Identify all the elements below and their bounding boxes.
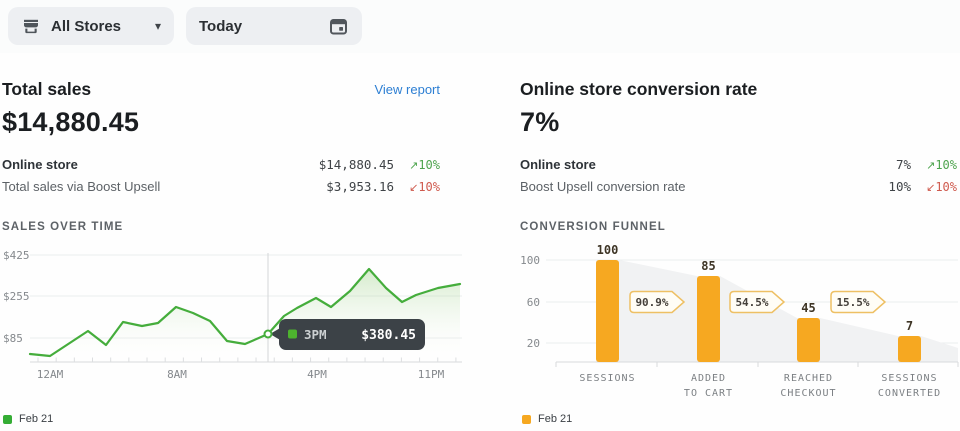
trend-up-icon: ↗ xyxy=(926,159,935,172)
bar-value-label: 100 xyxy=(597,245,619,257)
date-range-button[interactable]: Today xyxy=(186,7,362,45)
category-label: REACHED xyxy=(784,373,833,384)
metric-change: ↗10% xyxy=(911,158,957,172)
view-report-link[interactable]: View report xyxy=(364,82,440,97)
conversion-funnel-chart[interactable]: 100 60 20 100 SESSIONS 85 ADDED TO CART 45 REACHE… xyxy=(520,245,960,407)
store-selector-label: All Stores xyxy=(51,18,121,35)
sales-legend: Feb 21 xyxy=(3,413,53,425)
tooltip-series-swatch xyxy=(288,330,297,339)
metric-label: Online store xyxy=(2,157,78,172)
legend-label: Feb 21 xyxy=(19,413,53,425)
date-range-label: Today xyxy=(199,18,242,35)
category-label: TO CART xyxy=(684,388,733,399)
x-axis-label: 12AM xyxy=(37,368,64,381)
metric-row-online-store-sales: Online store $14,880.45 ↗10% xyxy=(2,157,440,179)
store-selector-button[interactable]: All Stores ▾ xyxy=(8,7,174,45)
conversion-badge-label: 15.5% xyxy=(836,296,869,309)
metric-value: 7% xyxy=(896,157,911,172)
total-sales-value: $14,880.45 xyxy=(2,107,139,138)
metric-value: $14,880.45 xyxy=(319,157,394,172)
y-axis-tick: $255 xyxy=(3,290,30,303)
calendar-icon xyxy=(328,16,349,37)
metric-row-boost-upsell-sales: Total sales via Boost Upsell $3,953.16 ↙… xyxy=(2,179,440,201)
chevron-down-icon: ▾ xyxy=(155,20,161,32)
trend-down-icon: ↙ xyxy=(926,181,935,194)
metric-change: ↗10% xyxy=(394,158,440,172)
trend-up-icon: ↗ xyxy=(409,159,418,172)
trend-down-icon: ↙ xyxy=(409,181,418,194)
sales-over-time-chart[interactable]: $425 $255 $85 12AM 8AM 4PM 11PM 3PM $380.45 xyxy=(0,245,470,407)
hover-marker xyxy=(265,331,272,338)
category-label: SESSIONS xyxy=(881,373,937,384)
metric-change: ↙10% xyxy=(911,180,957,194)
conversion-badge-label: 54.5% xyxy=(735,296,768,309)
bar-value-label: 7 xyxy=(906,319,913,333)
legend-swatch-green xyxy=(3,415,12,424)
metric-label: Boost Upsell conversion rate xyxy=(520,179,685,194)
store-icon xyxy=(21,16,41,36)
x-axis-label: 8AM xyxy=(167,368,187,381)
funnel-bar[interactable] xyxy=(697,276,720,362)
conversion-rate-value: 7% xyxy=(520,107,559,138)
metric-value: $3,953.16 xyxy=(326,179,394,194)
category-label: ADDED xyxy=(691,373,726,384)
total-sales-metrics: Online store $14,880.45 ↗10% Total sales… xyxy=(2,157,440,201)
conversion-metrics: Online store 7% ↗10% Boost Upsell conver… xyxy=(520,157,957,201)
metric-row-boost-upsell-conversion: Boost Upsell conversion rate 10% ↙10% xyxy=(520,179,957,201)
metric-label: Online store xyxy=(520,157,596,172)
metric-label: Total sales via Boost Upsell xyxy=(2,179,160,194)
tooltip-time: 3PM xyxy=(304,327,327,342)
y-axis-tick: 60 xyxy=(527,296,540,309)
funnel-bar[interactable] xyxy=(898,336,921,362)
sales-over-time-heading: SALES OVER TIME xyxy=(2,221,123,233)
chart-tooltip: 3PM $380.45 xyxy=(270,319,425,350)
x-axis-label: 11PM xyxy=(418,368,445,381)
funnel-legend: Feb 21 xyxy=(522,413,572,425)
tooltip-value: $380.45 xyxy=(361,328,416,343)
metric-value: 10% xyxy=(888,179,911,194)
analytics-dashboard: All Stores ▾ Today Total sales View repo… xyxy=(0,0,960,431)
x-axis-label: 4PM xyxy=(307,368,327,381)
funnel-bar[interactable] xyxy=(797,318,820,362)
conversion-rate-title: Online store conversion rate xyxy=(520,79,757,100)
category-label: SESSIONS xyxy=(579,373,635,384)
category-label: CONVERTED xyxy=(878,388,941,399)
y-axis-tick: 20 xyxy=(527,337,540,350)
bar-value-label: 45 xyxy=(801,301,815,315)
metric-change: ↙10% xyxy=(394,180,440,194)
y-axis-tick: 100 xyxy=(520,254,540,267)
y-axis-tick: $85 xyxy=(3,332,23,345)
category-label: CHECKOUT xyxy=(780,388,836,399)
conversion-funnel-heading: CONVERSION FUNNEL xyxy=(520,221,666,233)
metric-row-online-store-conversion: Online store 7% ↗10% xyxy=(520,157,957,179)
bar-value-label: 85 xyxy=(701,259,715,273)
legend-label: Feb 21 xyxy=(538,413,572,425)
total-sales-title: Total sales xyxy=(2,79,91,100)
conversion-badge-label: 90.9% xyxy=(635,296,668,309)
legend-swatch-orange xyxy=(522,415,531,424)
toolbar: All Stores ▾ Today xyxy=(0,0,960,53)
y-axis-tick: $425 xyxy=(3,249,30,262)
funnel-bar[interactable] xyxy=(596,260,619,362)
